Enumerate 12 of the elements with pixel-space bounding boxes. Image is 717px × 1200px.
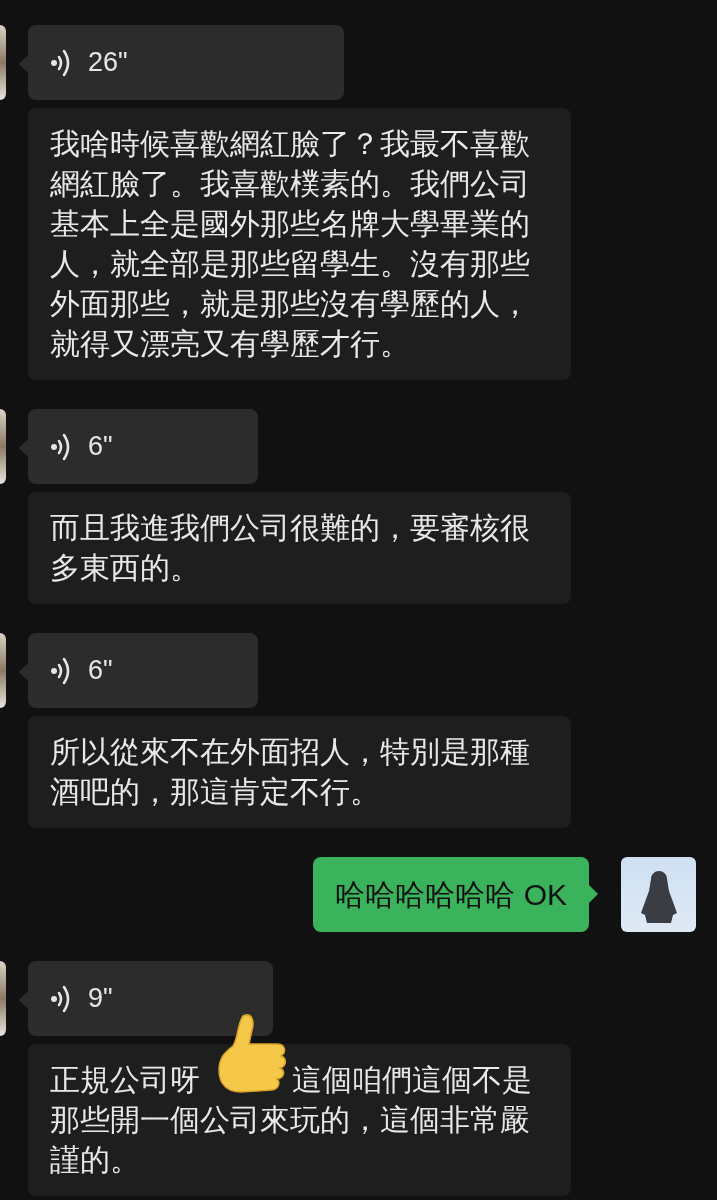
voice-duration: 6": [88, 654, 113, 688]
voice-icon: [50, 431, 72, 462]
voice-duration: 9": [88, 982, 113, 1016]
voice-duration: 26": [88, 46, 128, 80]
voice-duration: 6": [88, 430, 113, 464]
voice-icon: [50, 983, 72, 1014]
voice-icon: [50, 47, 72, 78]
transcript-text: 正規公司呀 這個咱們這個不是那些開一個公司來玩的，這個非常嚴謹的。: [50, 1063, 532, 1176]
transcript-text: 所以從來不在外面招人，特別是那種酒吧的，那這肯定不行。: [28, 716, 571, 828]
transcript-text: 而且我進我們公司很難的，要審核很多東西的。: [28, 492, 571, 604]
transcript-text: 我啥時候喜歡網紅臉了？我最不喜歡網紅臉了。我喜歡樸素的。我們公司基本上全是國外那些名牌大學畢業的人，就全部是那些留學生。沒有那些外面那些，就是那些沒有學歷的人，就得又漂亮又有學歷才行。: [28, 108, 571, 380]
voice-icon: [50, 655, 72, 686]
